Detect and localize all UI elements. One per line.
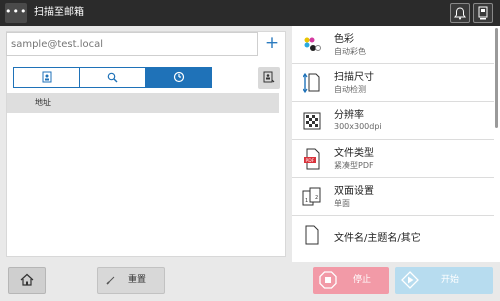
setting-resolution-value: 300x300dpi <box>334 122 382 131</box>
setting-scan-size[interactable]: 扫描尺寸 自动检测 <box>292 64 494 102</box>
svg-text:2: 2 <box>315 195 318 201</box>
device-status-icon[interactable] <box>473 3 493 23</box>
setting-resolution[interactable]: 分辨率 300x300dpi <box>292 102 494 140</box>
reset-icon <box>106 268 116 293</box>
home-icon <box>20 271 34 290</box>
page-title: 扫描至邮箱 <box>34 7 84 18</box>
reset-button[interactable]: 重置 <box>97 267 165 294</box>
setting-file-type[interactable]: PDF 文件类型 紧凑型PDF <box>292 140 494 178</box>
resolution-icon <box>302 109 322 133</box>
setting-resolution-label: 分辨率 <box>334 110 364 121</box>
start-icon <box>401 271 419 301</box>
setting-file-type-value: 紧凑型PDF <box>334 161 374 170</box>
setting-duplex[interactable]: 1 2 双面设置 单面 <box>292 178 494 216</box>
ellipsis-icon[interactable]: ••• <box>5 3 27 23</box>
bell-icon[interactable] <box>450 3 470 23</box>
scan-size-icon <box>302 71 322 95</box>
address-book-icon <box>42 68 52 87</box>
settings-scrollbar[interactable] <box>495 28 498 128</box>
address-panel <box>6 31 286 257</box>
setting-color[interactable]: 色彩 自动彩色 <box>292 26 494 64</box>
setting-color-value: 自动彩色 <box>334 47 366 56</box>
start-button[interactable]: 开始 <box>395 267 493 294</box>
direct-input-button[interactable] <box>258 67 280 89</box>
add-address-button[interactable]: + <box>261 32 283 56</box>
setting-duplex-label: 双面设置 <box>334 186 374 197</box>
setting-filename[interactable]: 文件名/主题名/其它 <box>292 216 494 254</box>
tab-history[interactable] <box>146 68 211 87</box>
setting-color-label: 色彩 <box>334 34 354 45</box>
stop-button[interactable]: 停止 <box>313 267 389 294</box>
direct-input-icon <box>263 69 275 88</box>
svg-text:PDF: PDF <box>306 158 315 164</box>
stop-icon <box>319 271 337 301</box>
home-button[interactable] <box>8 267 46 294</box>
reset-label: 重置 <box>128 275 147 285</box>
address-tabs <box>13 67 212 88</box>
document-icon <box>302 223 322 247</box>
address-input[interactable] <box>6 32 258 56</box>
setting-duplex-value: 单面 <box>334 199 350 208</box>
svg-text:1: 1 <box>305 198 308 204</box>
tab-search[interactable] <box>80 68 146 87</box>
settings-panel: 色彩 自动彩色 扫描尺寸 自动检测 分辨率 300x300dpi PDF 文件类… <box>292 26 500 262</box>
setting-filename-label: 文件名/主题名/其它 <box>334 233 421 244</box>
duplex-icon: 1 2 <box>302 185 322 209</box>
setting-file-type-label: 文件类型 <box>334 148 374 159</box>
address-list-header: 地址 <box>7 93 279 113</box>
top-bar: ••• 扫描至邮箱 <box>0 0 500 26</box>
color-dots-icon <box>302 33 322 57</box>
pdf-file-icon: PDF <box>302 147 322 171</box>
setting-scan-size-value: 自动检测 <box>334 85 366 94</box>
tab-address-book[interactable] <box>14 68 80 87</box>
setting-scan-size-label: 扫描尺寸 <box>334 72 374 83</box>
stop-label: 停止 <box>353 275 372 285</box>
history-clock-icon <box>173 68 185 87</box>
search-icon <box>107 68 118 87</box>
start-label: 开始 <box>441 275 460 285</box>
